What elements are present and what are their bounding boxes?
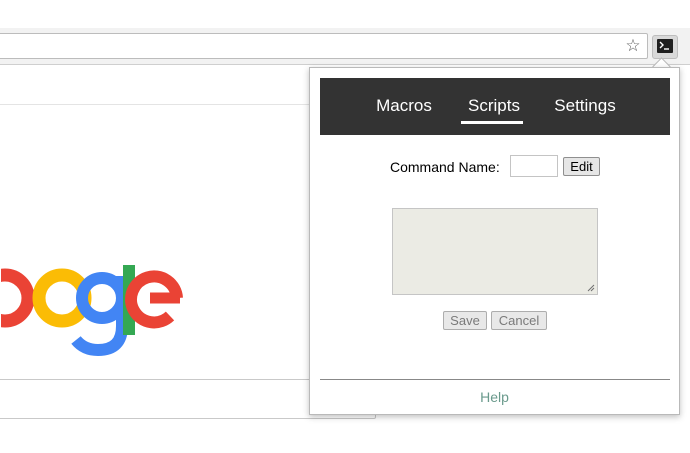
resize-grip-icon[interactable] (587, 284, 595, 292)
popup-divider (320, 379, 670, 380)
cancel-button[interactable]: Cancel (491, 311, 547, 330)
active-tab-indicator (461, 121, 523, 124)
terminal-icon (657, 39, 673, 53)
popup-nav: Macros Scripts Settings (320, 78, 670, 135)
star-icon[interactable]: ☆ (623, 36, 643, 56)
address-bar[interactable] (0, 33, 648, 59)
extension-button[interactable] (652, 35, 678, 59)
command-name-input[interactable] (510, 155, 558, 177)
script-textarea[interactable] (392, 208, 598, 295)
edit-button[interactable]: Edit (563, 157, 600, 176)
tab-macros[interactable]: Macros (374, 95, 434, 119)
save-button[interactable]: Save (443, 311, 487, 330)
extension-popup: Macros Scripts Settings Command Name: Ed… (309, 67, 680, 415)
command-name-label: Command Name: (390, 159, 500, 175)
google-logo (0, 258, 183, 358)
tab-scripts[interactable]: Scripts (464, 95, 524, 119)
page-header-divider (0, 104, 312, 105)
tab-strip (0, 0, 690, 28)
tab-settings[interactable]: Settings (552, 95, 618, 119)
help-link[interactable]: Help (310, 388, 679, 406)
